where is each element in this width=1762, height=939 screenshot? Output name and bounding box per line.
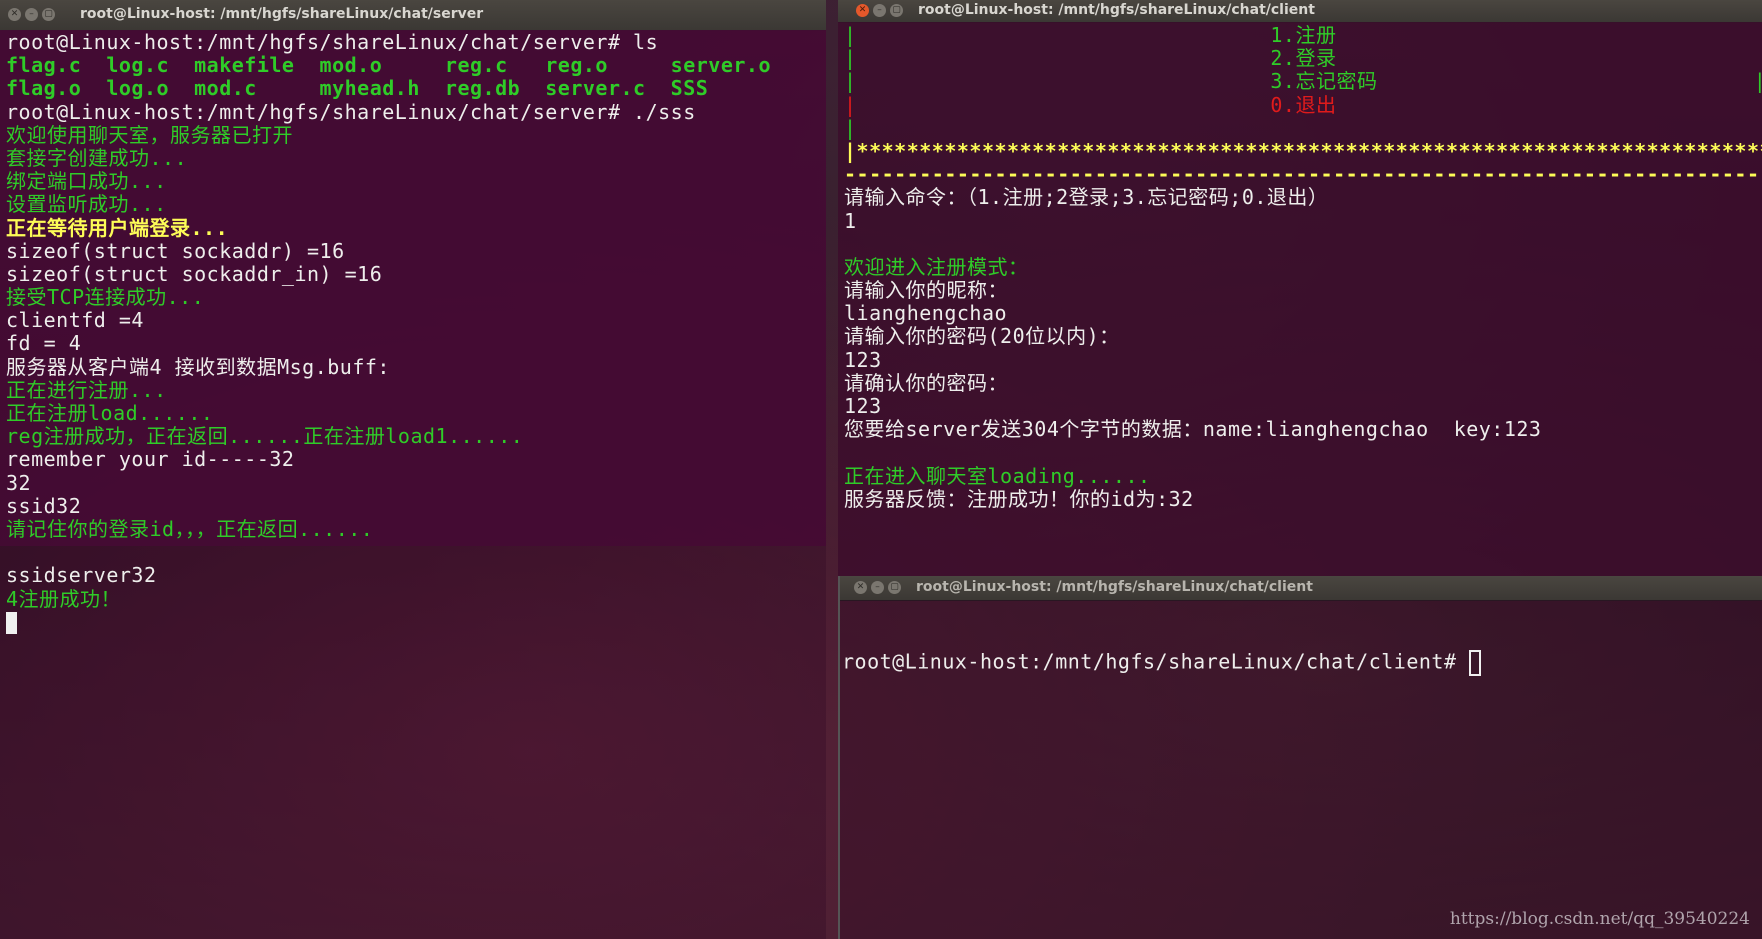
terminal-line: 请输入命令：（1.注册;2登录;3.忘记密码;0.退出） (844, 185, 1329, 210)
terminal-line: fd = 4 (6, 331, 82, 356)
watermark-url: https://blog.csdn.net/qq_39540224 (1449, 909, 1750, 929)
terminal-line: | | (844, 115, 1762, 140)
minimize-icon[interactable]: – (25, 8, 38, 21)
terminal-line: 32 (6, 470, 32, 495)
client-title-bar[interactable]: ✕ – ▢ root@Linux-host: /mnt/hgfs/shareLi… (838, 0, 1762, 23)
terminal-line: 欢迎使用聊天室，服务器已打开 (6, 122, 293, 147)
terminal-line: 正在进行注册... (6, 377, 167, 402)
terminal-line: 正在注册load...... (6, 401, 214, 425)
server-terminal-window[interactable]: ✕ – ▢ root@Linux-host: /mnt/hgfs/shareLi… (0, 0, 826, 939)
client2-terminal-output[interactable]: root@Linux-host:/mnt/hgfs/shareLinux/cha… (840, 604, 1762, 939)
terminal-line: root@Linux-host:/mnt/hgfs/shareLinux/cha… (6, 30, 659, 54)
terminal-line: 123 (844, 347, 882, 372)
maximize-icon[interactable]: ▢ (888, 581, 901, 594)
terminal-line: ssidserver32 (6, 563, 157, 588)
window-title: root@Linux-host: /mnt/hgfs/shareLinux/ch… (916, 579, 1313, 595)
terminal-line: | 0.退出 | (844, 92, 1762, 117)
terminal-line: sizeof(struct sockaddr) =16 (6, 238, 345, 263)
terminal-line: sizeof(struct sockaddr_in) =16 (6, 261, 383, 286)
client2-title-bar[interactable]: ✕ – ▢ root@Linux-host: /mnt/hgfs/shareLi… (840, 576, 1762, 601)
text-cursor (6, 612, 17, 635)
minimize-icon[interactable]: – (871, 581, 884, 594)
terminal-line: 123 (844, 394, 882, 418)
window-title: root@Linux-host: /mnt/hgfs/shareLinux/ch… (918, 2, 1315, 18)
terminal-line: lianghengchao (844, 301, 1008, 326)
shell-prompt: root@Linux-host:/mnt/hgfs/shareLinux/cha… (842, 649, 1470, 674)
server-terminal-output[interactable]: root@Linux-host:/mnt/hgfs/shareLinux/cha… (0, 30, 826, 939)
terminal-line: 绑定端口成功... (6, 169, 167, 194)
terminal-line: root@Linux-host:/mnt/hgfs/shareLinux/cha… (6, 99, 696, 124)
close-icon[interactable]: ✕ (854, 581, 867, 594)
terminal-line: 1 (844, 208, 857, 233)
terminal-line: | 2.登录 | (844, 46, 1762, 71)
terminal-line: 请记住你的登录id，，，正在返回...... (6, 516, 374, 541)
terminal-line: clientfd =4 (6, 308, 144, 333)
terminal-line: 欢迎进入注册模式： (844, 254, 1029, 279)
terminal-line: 服务器从客户端4 接收到数据Msg.buff: (6, 354, 390, 379)
maximize-icon[interactable]: ▢ (42, 8, 55, 21)
text-cursor (1469, 650, 1482, 677)
close-icon[interactable]: ✕ (8, 8, 21, 21)
terminal-line: | 3.忘记密码 | (844, 69, 1762, 94)
terminal-line: 您要给server发送304个字节的数据：name:lianghengchao … (844, 417, 1542, 442)
terminal-line: | 1.注册 | (844, 23, 1762, 47)
terminal-line: 接受TCP连接成功... (6, 285, 205, 310)
client-terminal-output[interactable]: | 1.注册 | | 2.登录 | | 3.忘记密码 | | 0.退出 | | … (838, 23, 1762, 576)
terminal-line: 服务器反馈：注册成功！你的id为:32 (844, 486, 1194, 511)
client-terminal-window[interactable]: ✕ – ▢ root@Linux-host: /mnt/hgfs/shareLi… (838, 0, 1762, 576)
terminal-line: 请输入你的密码(20位以内)： (844, 324, 1120, 349)
terminal-line: reg注册成功，正在返回......正在注册load1...... (6, 424, 524, 449)
terminal-line: ssid32 (6, 493, 82, 518)
terminal-line: 设置监听成功... (6, 192, 167, 217)
terminal-line: 套接字创建成功... (6, 145, 188, 170)
client2-terminal-window[interactable]: ✕ – ▢ root@Linux-host: /mnt/hgfs/shareLi… (838, 576, 1762, 939)
minimize-icon[interactable]: – (873, 4, 886, 17)
cursor-line (6, 611, 826, 635)
terminal-line: flag.o log.o mod.c myhead.h reg.db serve… (6, 76, 709, 101)
terminal-line: remember your id-----32 (6, 447, 295, 472)
window-title: root@Linux-host: /mnt/hgfs/shareLinux/ch… (80, 6, 484, 22)
terminal-line: |***************************************… (844, 138, 1762, 163)
terminal-line: flag.c log.c makefile mod.o reg.c reg.o … (6, 53, 772, 78)
terminal-line: 请输入你的昵称： (844, 278, 1008, 303)
close-icon[interactable]: ✕ (856, 4, 869, 17)
server-title-bar[interactable]: ✕ – ▢ root@Linux-host: /mnt/hgfs/shareLi… (0, 0, 826, 31)
maximize-icon[interactable]: ▢ (890, 4, 903, 17)
terminal-line: 4注册成功！ (6, 586, 122, 611)
terminal-line: 请确认你的密码： (844, 370, 1008, 395)
terminal-line: 正在进入聊天室loading...... (844, 463, 1151, 488)
terminal-line: ----------------------------------------… (844, 162, 1762, 187)
terminal-line: 正在等待用户端登录... (6, 215, 229, 240)
